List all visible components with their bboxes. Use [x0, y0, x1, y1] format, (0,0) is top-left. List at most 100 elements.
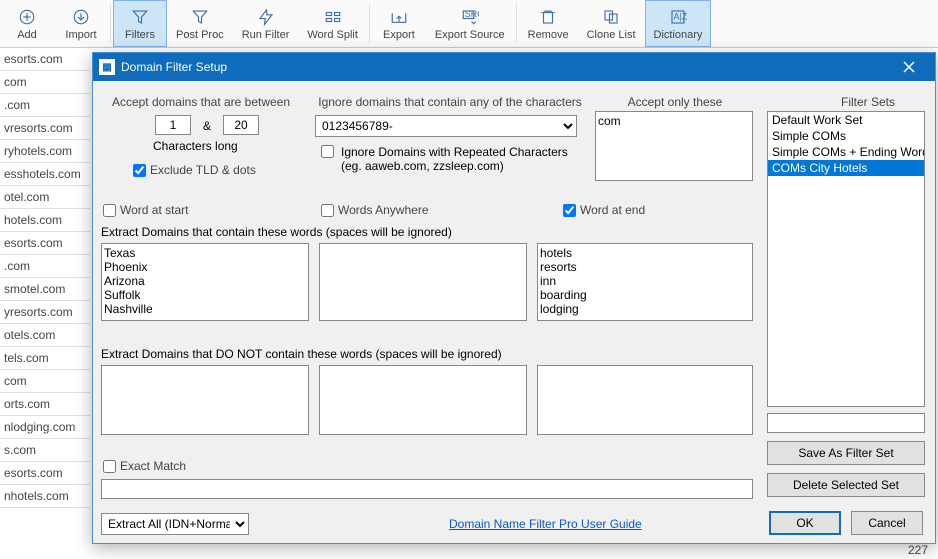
dictionary-icon: A|Z [668, 7, 688, 27]
list-item[interactable]: esshotels.com [0, 163, 90, 186]
words-anywhere-checkbox[interactable]: Words Anywhere [321, 203, 429, 217]
list-item[interactable]: .com [0, 255, 90, 278]
ribbon-runfilter-label: Run Filter [242, 29, 290, 41]
max-chars-input[interactable] [223, 115, 259, 135]
words-anywhere-label: Words Anywhere [338, 203, 429, 217]
background-domain-list: esorts.comcom.comvresorts.comryhotels.co… [0, 48, 90, 508]
section-label-sets: Filter Sets [813, 95, 923, 109]
ribbon-clonelist[interactable]: Clone List [578, 0, 645, 47]
list-item[interactable]: nlodging.com [0, 416, 90, 439]
export-icon [389, 7, 409, 27]
section-label-ignore: Ignore domains that contain any of the c… [315, 95, 585, 109]
delete-selected-set-button[interactable]: Delete Selected Set [767, 473, 925, 497]
exact-match-input[interactable] [103, 460, 116, 473]
section-label-between: Accept domains that are between [101, 95, 301, 109]
word-start-label: Word at start [120, 203, 188, 217]
ribbon-add[interactable]: Add [0, 0, 54, 47]
words-anywhere-input[interactable] [321, 204, 334, 217]
ribbon-postproc[interactable]: Post Proc [167, 0, 233, 47]
extract-mode-select[interactable]: Extract All (IDN+Normal) [101, 513, 249, 535]
save-as-filter-set-button[interactable]: Save As Filter Set [767, 441, 925, 465]
user-guide-link[interactable]: Domain Name Filter Pro User Guide [449, 517, 642, 531]
list-item[interactable]: otels.com [0, 324, 90, 347]
exclude-tld-checkbox[interactable]: Exclude TLD & dots [133, 163, 256, 177]
ribbon-import-label: Import [65, 29, 96, 41]
word-at-start-checkbox[interactable]: Word at start [103, 203, 188, 217]
exclude-words-end-textarea[interactable] [537, 365, 753, 435]
min-chars-input[interactable] [155, 115, 191, 135]
list-item[interactable]: vresorts.com [0, 117, 90, 140]
filter-set-item[interactable]: Simple COMs + Ending Words [768, 144, 924, 160]
ribbon-separator [516, 4, 517, 43]
ribbon-wordsplit[interactable]: Word Split [298, 0, 367, 47]
funnel-gear-icon [190, 7, 210, 27]
ok-button[interactable]: OK [769, 511, 841, 535]
ribbon-filters-label: Filters [125, 29, 155, 41]
extract-contain-label: Extract Domains that contain these words… [101, 225, 452, 239]
cancel-button[interactable]: Cancel [851, 511, 923, 535]
filter-set-item[interactable]: COMs City Hotels [768, 160, 924, 176]
list-item[interactable]: nhotels.com [0, 485, 90, 508]
ribbon-wordsplit-label: Word Split [307, 29, 358, 41]
accept-tlds-textarea[interactable] [595, 111, 753, 181]
ribbon-exportsource[interactable]: SRC Export Source [426, 0, 514, 47]
dialog-body: Accept domains that are between Ignore d… [93, 81, 935, 543]
list-item[interactable]: com [0, 370, 90, 393]
list-item[interactable]: esorts.com [0, 48, 90, 71]
clone-icon [601, 7, 621, 27]
ribbon-clonelist-label: Clone List [587, 29, 636, 41]
list-item[interactable]: com [0, 71, 90, 94]
ribbon-export[interactable]: Export [372, 0, 426, 47]
exclude-words-anywhere-textarea[interactable] [319, 365, 527, 435]
ribbon-export-label: Export [383, 29, 415, 41]
ignore-repeated-label: Ignore Domains with Repeated Characters … [341, 145, 581, 173]
filter-set-item[interactable]: Default Work Set [768, 112, 924, 128]
ribbon: Add Import Filters Post Proc Run Filter … [0, 0, 938, 48]
ribbon-import[interactable]: Import [54, 0, 108, 47]
list-item[interactable]: .com [0, 94, 90, 117]
list-item[interactable]: yresorts.com [0, 301, 90, 324]
ribbon-add-label: Add [17, 29, 37, 41]
filter-set-item[interactable]: Simple COMs [768, 128, 924, 144]
chars-long-label: Characters long [153, 139, 238, 153]
lightning-icon [256, 7, 276, 27]
ribbon-dictionary-label: Dictionary [654, 29, 703, 41]
word-end-input[interactable] [563, 204, 576, 217]
list-item[interactable]: tels.com [0, 347, 90, 370]
filter-set-name-input[interactable] [767, 413, 925, 433]
exclude-words-start-textarea[interactable] [101, 365, 309, 435]
ribbon-remove[interactable]: Remove [519, 0, 578, 47]
list-item[interactable]: ryhotels.com [0, 140, 90, 163]
word-start-input[interactable] [103, 204, 116, 217]
list-item[interactable]: esorts.com [0, 462, 90, 485]
funnel-icon [130, 7, 150, 27]
list-item[interactable]: smotel.com [0, 278, 90, 301]
filter-sets-list[interactable]: Default Work SetSimple COMsSimple COMs +… [767, 111, 925, 407]
ignore-repeated-checkbox[interactable] [321, 145, 334, 158]
list-item[interactable]: otel.com [0, 186, 90, 209]
download-circle-icon [71, 7, 91, 27]
list-item[interactable]: orts.com [0, 393, 90, 416]
list-item[interactable]: esorts.com [0, 232, 90, 255]
exact-match-field[interactable] [101, 479, 753, 499]
ribbon-runfilter[interactable]: Run Filter [233, 0, 299, 47]
list-item[interactable]: hotels.com [0, 209, 90, 232]
ribbon-exportsource-label: Export Source [435, 29, 505, 41]
exact-match-label: Exact Match [120, 459, 186, 473]
ignore-chars-select[interactable]: 0123456789- [315, 115, 577, 137]
ampersand-label: & [203, 119, 211, 133]
exclude-tld-input[interactable] [133, 164, 146, 177]
close-icon[interactable] [889, 53, 929, 81]
extract-words-start-textarea[interactable] [101, 243, 309, 321]
split-icon [323, 7, 343, 27]
extract-words-anywhere-textarea[interactable] [319, 243, 527, 321]
word-at-end-checkbox[interactable]: Word at end [563, 203, 645, 217]
ribbon-dictionary[interactable]: A|Z Dictionary [645, 0, 712, 47]
extract-words-end-textarea[interactable] [537, 243, 753, 321]
list-item[interactable]: s.com [0, 439, 90, 462]
titlebar[interactable]: ▦ Domain Filter Setup [93, 53, 935, 81]
svg-text:SRC: SRC [465, 9, 479, 19]
exact-match-checkbox[interactable]: Exact Match [103, 459, 186, 473]
ribbon-filters[interactable]: Filters [113, 0, 167, 47]
ribbon-remove-label: Remove [528, 29, 569, 41]
